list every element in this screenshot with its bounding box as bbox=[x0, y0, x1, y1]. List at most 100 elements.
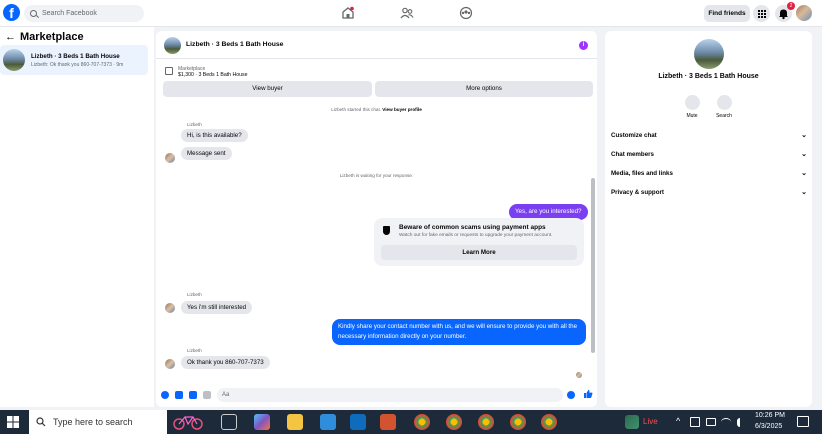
live-weather-icon[interactable] bbox=[625, 415, 639, 429]
chat-details-panel: Lizbeth · 3 Beds 1 Bath House Mute Searc… bbox=[605, 31, 812, 407]
view-buyer-button[interactable]: View buyer bbox=[163, 81, 372, 97]
search-icon bbox=[716, 95, 732, 110]
taskbar-search-box[interactable]: Type here to search bbox=[29, 410, 167, 434]
notification-center-icon[interactable] bbox=[797, 416, 809, 427]
privacy-support-section[interactable]: Privacy & support ⌄ bbox=[611, 189, 807, 196]
sticker-icon[interactable] bbox=[189, 391, 197, 399]
mute-button[interactable]: Mute bbox=[677, 95, 707, 119]
chat-title: Lizbeth · 3 Beds 1 Bath House bbox=[186, 41, 284, 48]
message-composer: Aa bbox=[156, 383, 597, 407]
incoming-message: Hi, is this available? bbox=[181, 129, 248, 142]
view-buyer-profile-link[interactable]: View buyer profile bbox=[382, 107, 421, 112]
emoji-icon[interactable] bbox=[567, 391, 575, 399]
volume-icon[interactable] bbox=[737, 418, 746, 427]
battery-icon[interactable] bbox=[706, 418, 716, 426]
bicycle-icon bbox=[173, 416, 203, 430]
wifi-icon[interactable] bbox=[721, 418, 731, 426]
sender-name: Lizbeth bbox=[187, 292, 202, 297]
more-options-button[interactable]: More options bbox=[375, 81, 593, 97]
profile-avatar[interactable] bbox=[795, 4, 813, 22]
friends-icon[interactable] bbox=[400, 6, 414, 20]
plus-icon[interactable] bbox=[161, 391, 169, 399]
photo-icon[interactable] bbox=[175, 391, 183, 399]
search-conversation-button[interactable]: Search bbox=[709, 95, 739, 119]
copilot-icon[interactable] bbox=[254, 414, 270, 430]
live-label[interactable]: Live bbox=[643, 417, 658, 426]
menu-grid-button[interactable] bbox=[753, 5, 770, 22]
marketplace-icon bbox=[165, 67, 173, 75]
chat-scrollbar[interactable] bbox=[591, 103, 595, 374]
chrome-icon[interactable] bbox=[478, 414, 494, 430]
groups-icon[interactable] bbox=[459, 6, 473, 20]
windows-start-icon[interactable] bbox=[7, 416, 19, 428]
chrome-icon[interactable] bbox=[446, 414, 462, 430]
section-label: Customize chat bbox=[611, 132, 657, 139]
chrome-icon[interactable] bbox=[510, 414, 526, 430]
conversation-title: Lizbeth · 3 Beds 1 Bath House bbox=[31, 53, 120, 60]
incoming-message: Message sent bbox=[181, 147, 232, 160]
store-icon[interactable] bbox=[320, 414, 336, 430]
info-icon[interactable]: i bbox=[579, 41, 588, 50]
listing-photo bbox=[694, 39, 724, 69]
listing-thumbnail bbox=[164, 37, 181, 54]
back-arrow-icon[interactable]: ← bbox=[5, 31, 16, 43]
taskbar-time[interactable]: 10:26 PM bbox=[755, 412, 785, 419]
waiting-notice: Lizbeth is waiting for your response. bbox=[339, 173, 414, 178]
scam-warning-subtitle: Watch out for fake emails or requests to… bbox=[399, 233, 553, 238]
media-files-links-section[interactable]: Media, files and links ⌄ bbox=[611, 170, 807, 177]
task-view-icon[interactable] bbox=[221, 414, 237, 430]
incoming-message: Ok thank you 860-707-7373 bbox=[181, 356, 270, 369]
chevron-down-icon: ⌄ bbox=[801, 170, 807, 177]
outlook-icon[interactable] bbox=[350, 414, 366, 430]
bell-icon bbox=[684, 95, 700, 110]
tray-chevron-icon[interactable]: ^ bbox=[676, 416, 680, 426]
chrome-icon[interactable] bbox=[414, 414, 430, 430]
customize-chat-section[interactable]: Customize chat ⌄ bbox=[611, 132, 807, 139]
chat-header: Lizbeth · 3 Beds 1 Bath House i bbox=[156, 31, 597, 59]
find-friends-button[interactable]: Find friends bbox=[704, 5, 750, 22]
sender-avatar bbox=[165, 359, 175, 369]
app-icon[interactable] bbox=[380, 414, 396, 430]
shield-icon bbox=[383, 226, 390, 235]
thumbs-up-icon[interactable] bbox=[583, 389, 593, 399]
section-label: Privacy & support bbox=[611, 189, 664, 196]
network-icon[interactable] bbox=[690, 417, 700, 427]
mute-label: Mute bbox=[686, 113, 698, 119]
listing-thumbnail bbox=[3, 49, 25, 71]
file-explorer-icon[interactable] bbox=[287, 414, 303, 430]
chevron-down-icon: ⌄ bbox=[801, 189, 807, 196]
scam-warning-card: Beware of common scams using payment app… bbox=[374, 218, 584, 266]
listing-price-title: $1,300 · 3 Beds 1 Bath House bbox=[178, 72, 248, 78]
chat-started-notice: Lizbeth started this chat. View buyer pr… bbox=[156, 107, 597, 112]
scam-warning-title: Beware of common scams using payment app… bbox=[399, 224, 546, 231]
menu-grid-icon bbox=[758, 10, 766, 18]
gif-icon[interactable] bbox=[203, 391, 211, 399]
chat-panel: Lizbeth · 3 Beds 1 Bath House i Marketpl… bbox=[156, 31, 597, 407]
conversation-list-item[interactable] bbox=[0, 45, 148, 75]
section-label: Chat members bbox=[611, 151, 654, 158]
search-facebook-input[interactable]: Search Facebook bbox=[24, 5, 144, 22]
chevron-down-icon: ⌄ bbox=[801, 151, 807, 158]
taskbar-date[interactable]: 6/3/2025 bbox=[755, 423, 782, 430]
chevron-down-icon: ⌄ bbox=[801, 132, 807, 139]
notification-count-badge: 2 bbox=[787, 2, 795, 10]
sidebar-title: Marketplace bbox=[20, 31, 84, 43]
facebook-logo[interactable]: f bbox=[3, 4, 20, 21]
search-icon bbox=[36, 417, 46, 427]
learn-more-button[interactable]: Learn More bbox=[381, 245, 577, 260]
search-icon bbox=[30, 10, 37, 17]
scrollbar-thumb[interactable] bbox=[591, 178, 595, 353]
top-navigation-bar: f Search Facebook Find friends 2 bbox=[0, 0, 822, 27]
outgoing-message: Kindly share your contact number with us… bbox=[332, 319, 586, 345]
section-label: Media, files and links bbox=[611, 170, 673, 177]
message-input[interactable]: Aa bbox=[217, 388, 563, 402]
sender-name: Lizbeth bbox=[187, 122, 202, 127]
search-placeholder: Search Facebook bbox=[42, 10, 97, 17]
sender-name: Lizbeth bbox=[187, 348, 202, 353]
search-label: Search bbox=[716, 113, 732, 119]
chat-members-section[interactable]: Chat members ⌄ bbox=[611, 151, 807, 158]
incoming-message: Yes i'm still interested bbox=[181, 301, 253, 314]
home-icon[interactable] bbox=[341, 6, 355, 20]
chrome-icon[interactable] bbox=[541, 414, 557, 430]
sender-avatar bbox=[165, 153, 175, 163]
